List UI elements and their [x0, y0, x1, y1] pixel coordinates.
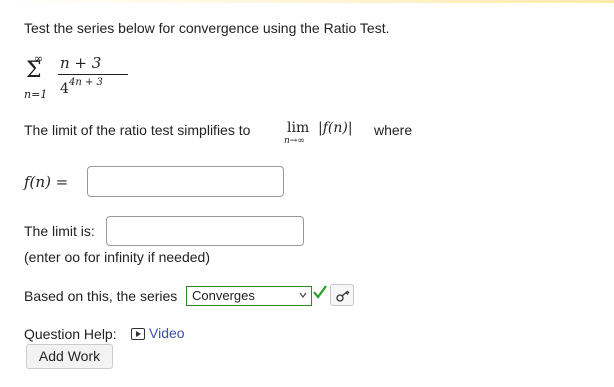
check-icon: [313, 285, 327, 299]
play-icon: [131, 328, 145, 340]
sigma-symbol: Σ: [26, 58, 42, 83]
top-accent-bar: [0, 0, 614, 3]
series-denominator-base: 4: [60, 81, 69, 97]
fraction-bar: [58, 74, 128, 75]
infinity-hint: (enter oo for infinity if needed): [24, 249, 210, 265]
convergence-select-value: Converges: [192, 288, 255, 303]
where-text: where: [374, 122, 413, 138]
fn-label: f(n) =: [24, 173, 69, 191]
limit-input[interactable]: [106, 216, 304, 246]
add-work-button[interactable]: Add Work: [26, 344, 113, 369]
series-numerator: n + 3: [60, 54, 102, 72]
abs-f-of-n: |f(n)|: [318, 120, 353, 136]
question-prompt: Test the series below for convergence us…: [24, 20, 390, 36]
sum-index: n=1: [24, 88, 48, 101]
caret-down-icon: [299, 292, 307, 298]
limit-label: The limit is:: [24, 223, 95, 239]
convergence-select[interactable]: Converges: [186, 286, 312, 306]
series-denominator-exponent: 4n + 3: [69, 77, 103, 88]
lim-subscript: n→∞: [284, 136, 305, 146]
fn-input[interactable]: [87, 166, 284, 197]
question-help-label: Question Help:: [24, 326, 117, 342]
video-link-label: Video: [149, 325, 185, 341]
limit-description: The limit of the ratio test simplifies t…: [24, 122, 251, 138]
lim-word: lim: [287, 120, 310, 136]
video-link[interactable]: Video: [131, 325, 185, 341]
key-button[interactable]: [330, 284, 354, 306]
key-icon: [336, 290, 350, 302]
series-expression: ∞ Σ n=1 n + 3 4 4n + 3: [24, 52, 128, 108]
conclusion-label: Based on this, the series: [24, 288, 178, 304]
